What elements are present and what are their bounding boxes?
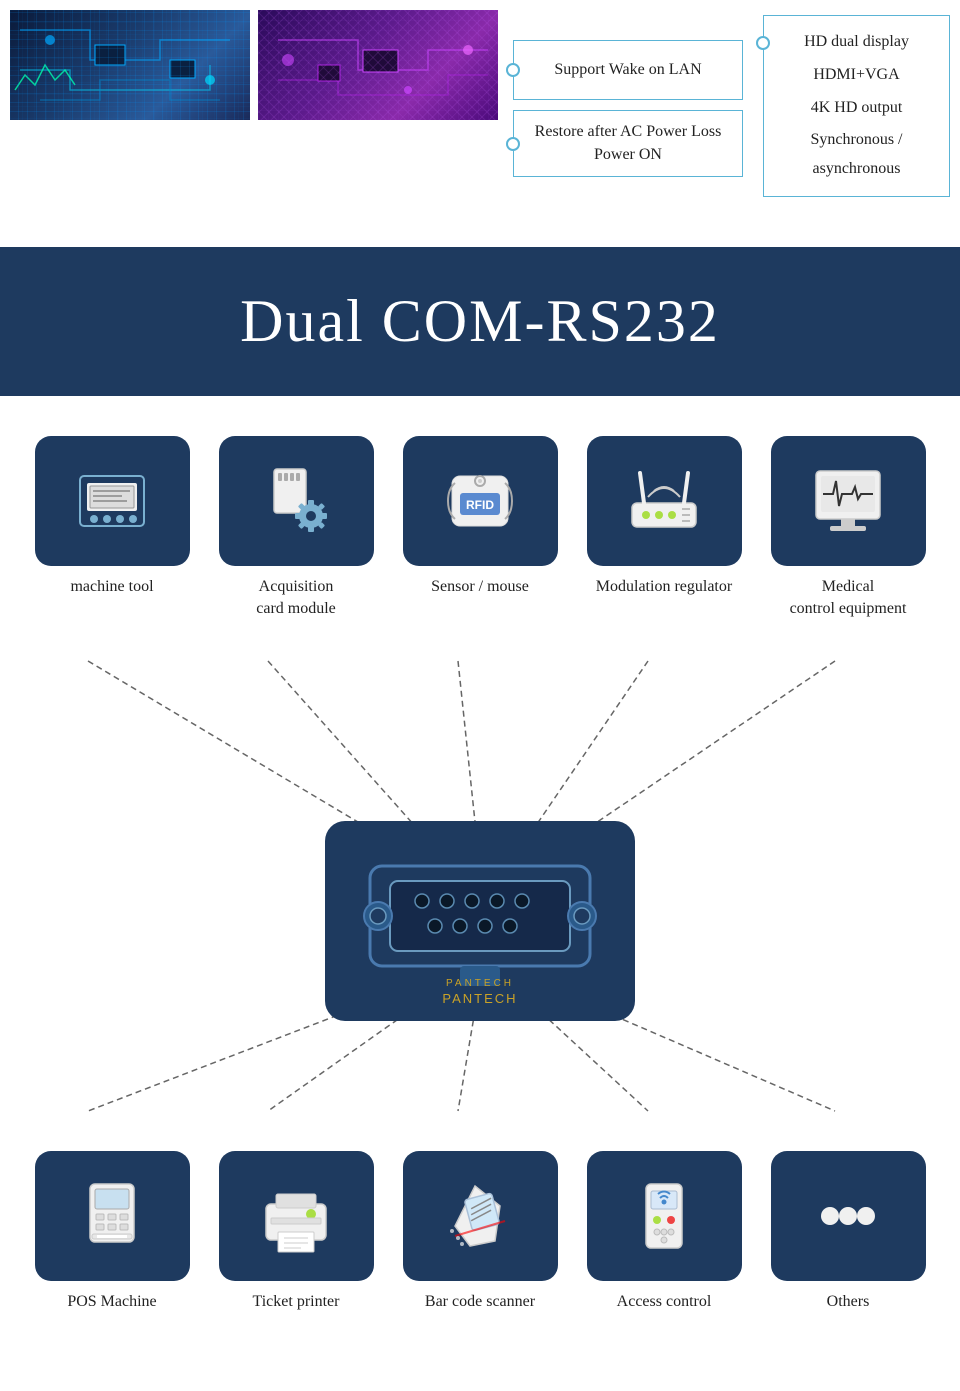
feature-4k: 4K HD output [784, 94, 929, 123]
feature-wake-text: Support Wake on LAN [554, 59, 701, 81]
com-connector-center: PANTECH PANTECH [325, 821, 635, 1021]
icon-item-medical: Medicalcontrol equipment [763, 436, 933, 621]
medical-label: Medicalcontrol equipment [790, 576, 907, 621]
diagram-section: PANTECH PANTECH [0, 631, 960, 1211]
top-image-row [10, 10, 498, 120]
dot-indicator-3 [756, 36, 770, 50]
top-icons-section: machine tool [0, 416, 960, 631]
dot-indicator-1 [506, 63, 520, 77]
machine-tool-label: machine tool [70, 576, 153, 598]
feature-boxes: Support Wake on LAN Restore after AC Pow… [513, 10, 743, 177]
pos-label: POS Machine [67, 1291, 156, 1313]
sensor-label: Sensor / mouse [431, 576, 529, 598]
banner-title: Dual COM-RS232 [20, 287, 940, 356]
circuit-image-1 [10, 10, 250, 120]
others-label: Others [827, 1291, 870, 1313]
feature-wake-on-lan: Support Wake on LAN [513, 40, 743, 100]
icon-item-sensor: RFID Sensor / mouse [395, 436, 565, 598]
svg-text:PANTECH: PANTECH [446, 978, 514, 989]
banner-section: Dual COM-RS232 [0, 247, 960, 396]
modulation-label: Modulation regulator [596, 576, 732, 598]
ticket-printer-label: Ticket printer [253, 1291, 340, 1313]
icon-item-machine-tool: machine tool [27, 436, 197, 598]
acquisition-card-icon-box [219, 436, 374, 566]
top-icon-row: machine tool [10, 436, 950, 621]
feature-hd-display: HD dual display [784, 28, 929, 57]
feature-hdmi-vga: HDMI+VGA [784, 61, 929, 90]
watermark-text: PANTECH [442, 991, 517, 1006]
barcode-scanner-label: Bar code scanner [425, 1291, 535, 1313]
circuit-image-2 [258, 10, 498, 120]
top-section: Support Wake on LAN Restore after AC Pow… [0, 0, 960, 217]
acquisition-card-label: Acquisitioncard module [256, 576, 336, 621]
icon-item-acquisition-card: Acquisitioncard module [211, 436, 381, 621]
feature-power-loss: Restore after AC Power Loss Power ON [513, 110, 743, 177]
feature-power-text: Restore after AC Power Loss Power ON [535, 121, 722, 166]
icon-item-modulation: Modulation regulator [579, 436, 749, 598]
access-control-label: Access control [617, 1291, 712, 1313]
feature-sync: Synchronous / asynchronous [784, 126, 929, 184]
svg-text:RFID: RFID [466, 498, 494, 512]
top-images [10, 10, 498, 120]
router-icon-box [587, 436, 742, 566]
medical-icon-box [771, 436, 926, 566]
rfid-icon-box: RFID [403, 436, 558, 566]
feature-display: HD dual display HDMI+VGA 4K HD output Sy… [763, 15, 950, 197]
dot-indicator-2 [506, 137, 520, 151]
machine-tool-icon-box [35, 436, 190, 566]
